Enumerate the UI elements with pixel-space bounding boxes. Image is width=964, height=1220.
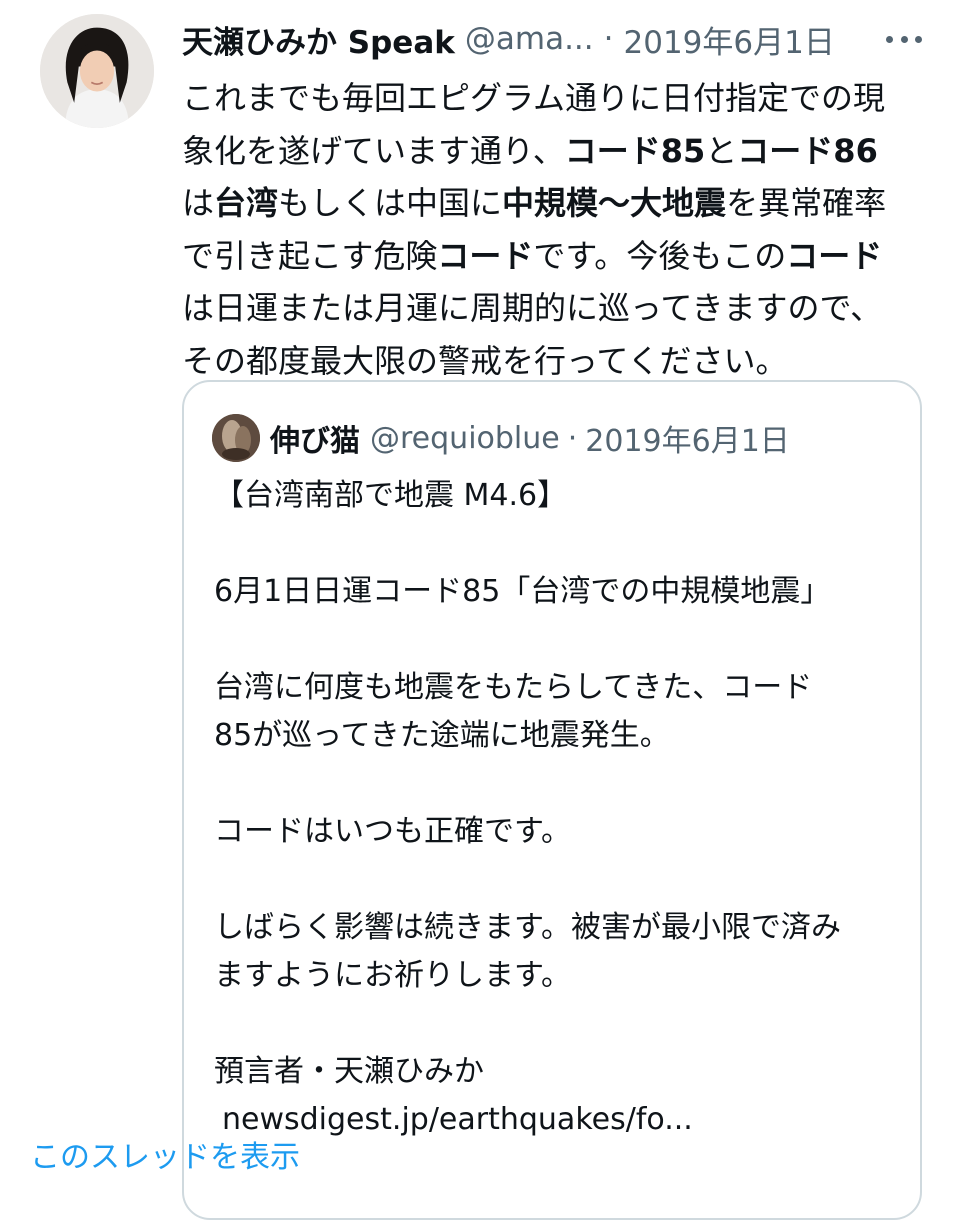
tweet-text-bold-run: コード (437, 236, 534, 275)
quoted-line: 85が巡ってきた途端に地震発生。 (214, 718, 670, 753)
tweet-text-bold-run: 中規模〜大地震 (502, 184, 727, 222)
quoted-line (214, 856, 904, 904)
quoted-line: 6月1日日運コード85「台湾での中規模地震」 (214, 574, 831, 609)
tweet-text-bold-run: コード (786, 236, 883, 275)
show-thread-link[interactable]: このスレッドを表示 (30, 1132, 300, 1176)
quoted-avatar-image (212, 414, 260, 462)
quoted-text: 【台湾南部で地震 M4.6】 6月1日日運コード85「台湾での中規模地震」 台湾… (214, 472, 904, 1144)
quoted-line: 台湾に何度も地震をもたらしてきた、コード (214, 670, 813, 705)
more-dot (900, 35, 908, 43)
quoted-line (214, 760, 904, 808)
quoted-line (214, 520, 904, 568)
quoted-handle[interactable]: @requioblue (370, 421, 560, 456)
more-dot (886, 35, 893, 43)
user-avatar[interactable] (40, 14, 154, 128)
quoted-tweet[interactable]: 伸び猫 @requioblue · 2019年6月1日 【台湾南部で地震 M4.… (182, 380, 922, 1220)
quoted-display-name[interactable]: 伸び猫 (270, 416, 360, 460)
tweet-text: これまでも毎回エピグラム通りに日付指定での現象化を遂げています通り、コード85と… (182, 72, 902, 387)
author-handle[interactable]: @ama... (465, 21, 594, 57)
quoted-line: ますようにお祈りします。 (214, 958, 571, 993)
header-separator: · (603, 21, 614, 57)
quoted-line: 【台湾南部で地震 M4.6】 (214, 478, 568, 513)
tweet-text-bold-run: コード85 (564, 131, 706, 170)
tweet-text-run: もしくは中国に (278, 184, 503, 222)
quoted-avatar[interactable] (212, 414, 260, 462)
tweet-text-bold-run: コード86 (737, 131, 878, 170)
quoted-link[interactable]: newsdigest.jp/earthquakes/fo... (214, 1096, 904, 1144)
quoted-separator: · (567, 420, 578, 456)
tweet-text-run: と (705, 131, 738, 170)
quoted-line (214, 616, 904, 664)
quoted-header: 伸び猫 @requioblue · 2019年6月1日 (270, 413, 790, 463)
tweet-text-bold-run: 台湾 (214, 184, 279, 222)
quoted-line: しばらく影響は続きます。被害が最小限で済み (214, 910, 841, 945)
avatar-image (40, 14, 154, 128)
author-display-name[interactable]: 天瀬ひみか Speak (182, 17, 455, 62)
quoted-line: コードはいつも正確です。 (214, 814, 571, 849)
quoted-date[interactable]: 2019年6月1日 (585, 416, 790, 460)
more-options-icon[interactable] (886, 34, 922, 44)
tweet-text-run: は (182, 184, 215, 222)
tweet-date[interactable]: 2019年6月1日 (624, 17, 835, 62)
tweet-text-run: です。今後もこの (533, 236, 787, 275)
quoted-line (214, 1000, 904, 1048)
tweet-header: 天瀬ひみか Speak @ama... · 2019年6月1日 (182, 14, 922, 64)
quoted-line: 預言者・天瀬ひみか (214, 1054, 484, 1089)
tweet-text-run: は日運または月運に周期的に巡ってきますので、その都度最大限の警戒を行ってください… (182, 289, 883, 380)
more-dot (915, 35, 922, 43)
